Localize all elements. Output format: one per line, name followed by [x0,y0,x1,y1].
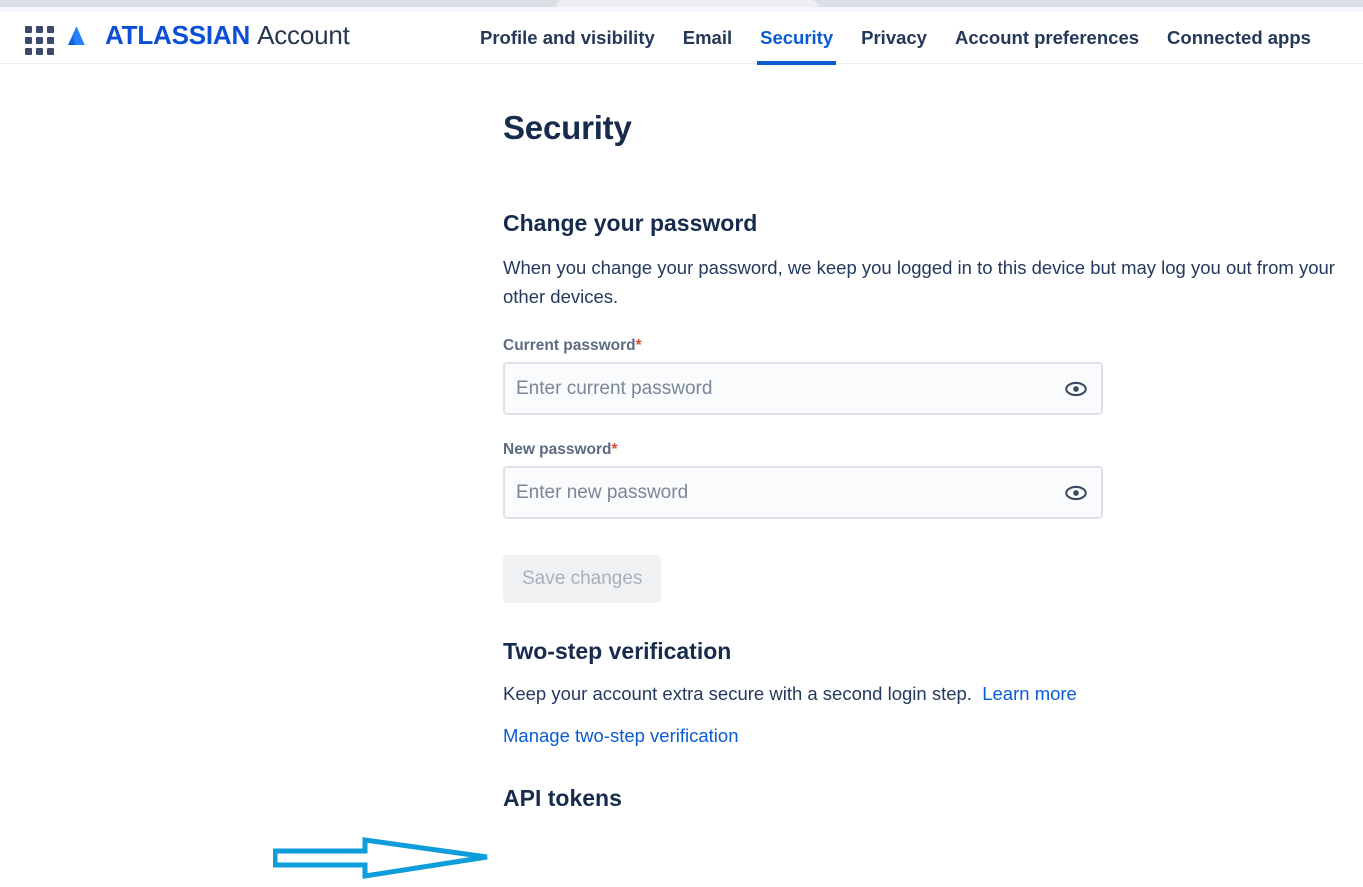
new-password-field-group: New password* Enter new password [503,415,1363,519]
grid-dot [46,36,54,44]
brand-home-link[interactable]: ATLASSIAN Account [66,20,350,51]
current-password-label-text: Current password [503,337,636,354]
manage-two-step-line: Manage two-step verification [503,705,1363,747]
new-password-label-text: New password [503,441,612,458]
arrow-right-annotation [273,837,488,879]
main-content: Security Change your password When you c… [503,64,1363,812]
new-password-placeholder: Enter new password [516,481,689,503]
grid-apps-icon[interactable] [22,25,56,55]
required-asterisk: * [635,337,642,354]
two-step-verification-heading: Two-step verification [503,638,732,664]
grid-dot [24,36,32,44]
grid-dot [46,47,54,55]
manage-two-step-verification-link[interactable]: Manage two-step verification [503,725,738,746]
new-password-label: New password* [503,441,1363,466]
grid-dot [35,36,43,44]
api-tokens-heading: API tokens [503,785,622,811]
grid-dot [35,47,43,55]
top-navigation-bar: ATLASSIAN Account Profile and visibility… [0,12,1363,65]
save-changes-button[interactable]: Save changes [503,555,662,603]
grid-dot [35,25,43,33]
tab-profile-and-visibility[interactable]: Profile and visibility [466,12,669,64]
tab-account-preferences[interactable]: Account preferences [941,12,1153,64]
primary-tabs: Profile and visibility Email Security Pr… [466,12,1325,65]
browser-active-tab[interactable] [556,0,818,7]
tab-email[interactable]: Email [669,12,746,64]
learn-more-link[interactable]: Learn more [982,683,1077,704]
current-password-placeholder: Enter current password [516,377,713,399]
browser-tab-strip [0,0,1363,7]
brand-wordmark: ATLASSIAN Account [105,20,350,51]
eye-icon-glyph [1065,381,1087,396]
new-password-input[interactable]: Enter new password [503,466,1103,519]
tab-privacy[interactable]: Privacy [847,12,941,64]
current-password-label: Current password* [503,337,1363,362]
page-title: Security [503,109,632,146]
current-password-input[interactable]: Enter current password [503,362,1103,415]
eye-icon-glyph [1065,485,1087,500]
required-asterisk: * [611,441,618,458]
brand-bold-text: ATLASSIAN [105,20,251,50]
tab-security[interactable]: Security [746,12,847,65]
eye-icon[interactable] [1062,479,1090,507]
grid-dot [46,25,54,33]
change-password-heading: Change your password [503,210,758,236]
tab-connected-apps[interactable]: Connected apps [1153,12,1325,64]
eye-icon[interactable] [1062,375,1090,403]
atlassian-logo-icon [68,25,85,45]
grid-dot [24,25,32,33]
two-step-description-line: Keep your account extra secure with a se… [503,665,1363,705]
grid-dot [24,47,32,55]
change-password-description: When you change your password, we keep y… [503,257,1335,307]
current-password-field-group: Current password* Enter current password [503,311,1363,415]
brand-light-text: Account [257,20,350,50]
two-step-description: Keep your account extra secure with a se… [503,683,972,704]
